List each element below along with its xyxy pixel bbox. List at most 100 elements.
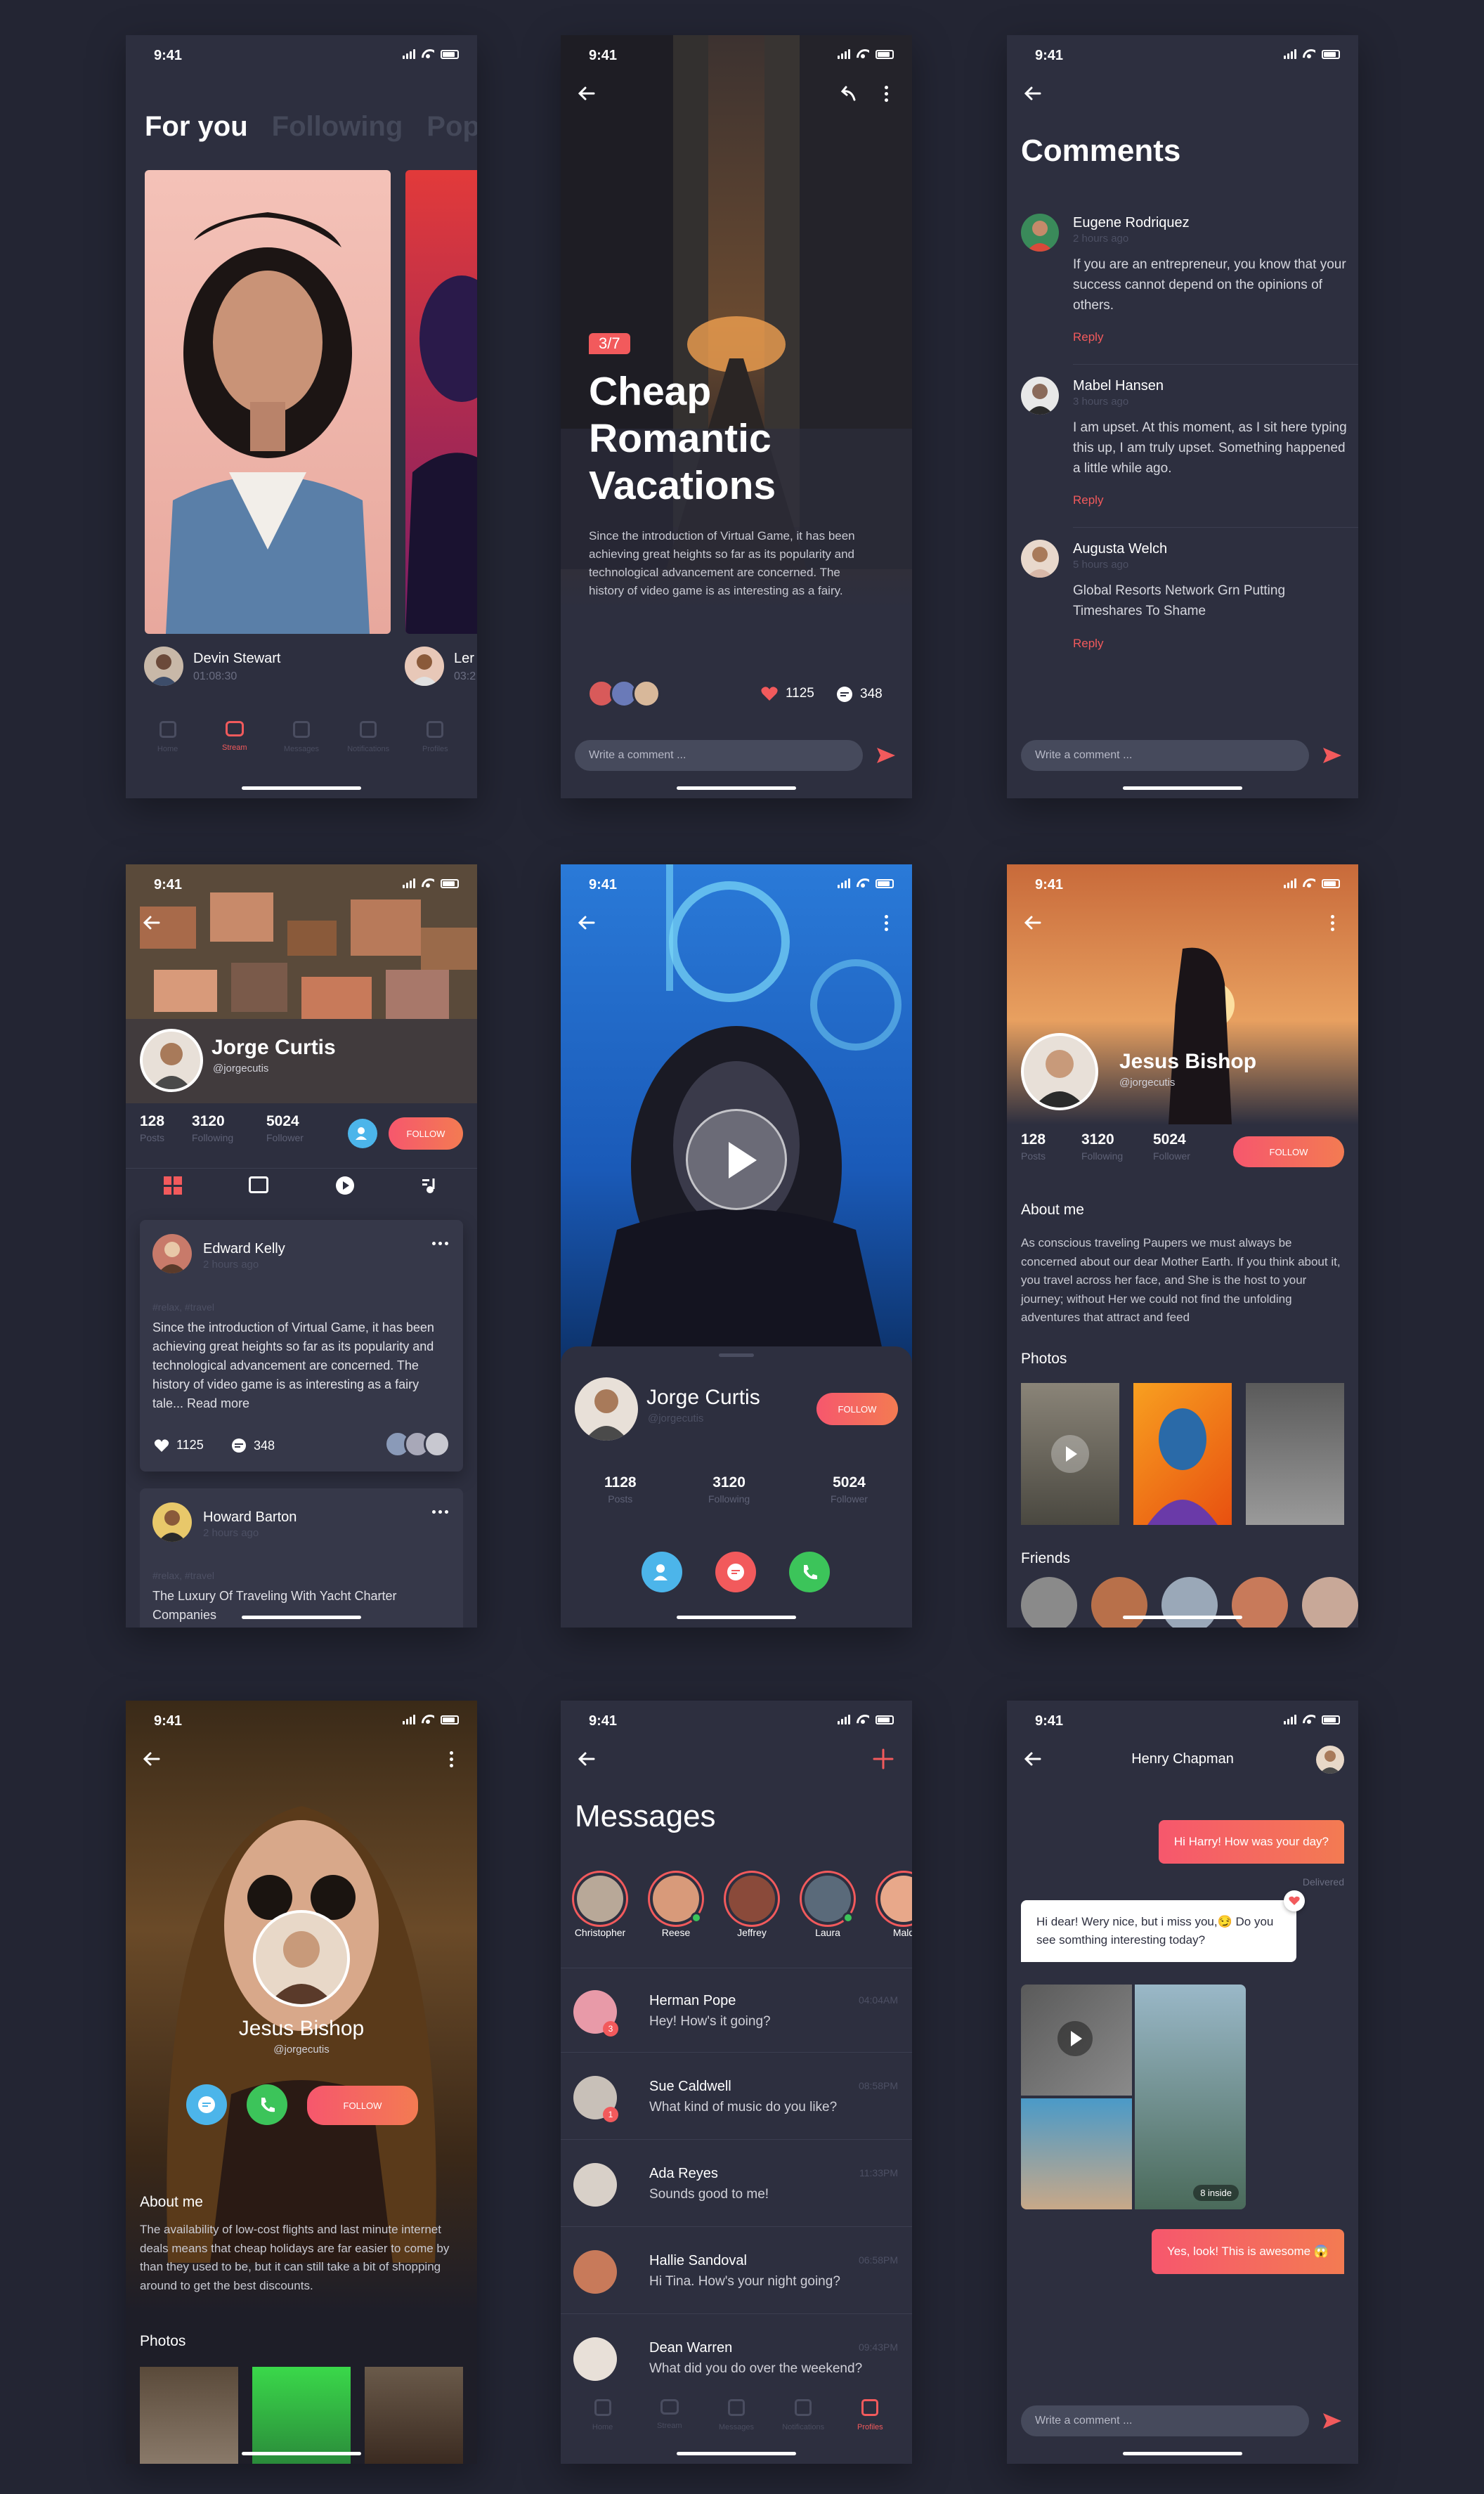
friend-avatar[interactable] xyxy=(1021,1577,1077,1628)
nav-home[interactable]: Home xyxy=(136,721,200,755)
post-author[interactable]: Edward Kelly xyxy=(203,1241,285,1257)
tab-for-you[interactable]: For you xyxy=(145,111,248,143)
stat-posts[interactable]: 128 Posts xyxy=(140,1113,164,1143)
photo-thumb[interactable] xyxy=(1133,1383,1232,1525)
liker-avatars[interactable] xyxy=(587,680,660,708)
tab-following[interactable]: Following xyxy=(272,111,403,143)
stat-following[interactable]: 3120 Following xyxy=(1081,1131,1123,1162)
heart-reaction[interactable] xyxy=(1284,1890,1305,1911)
story-avatar[interactable]: Mald xyxy=(874,1871,912,1940)
avatar[interactable] xyxy=(1021,540,1059,578)
back-button[interactable] xyxy=(1021,1747,1045,1771)
friend-avatar[interactable] xyxy=(1232,1577,1288,1628)
back-button[interactable] xyxy=(1021,911,1045,935)
stat-posts[interactable]: 128 Posts xyxy=(1021,1131,1046,1162)
story-avatar[interactable]: Reese xyxy=(646,1871,705,1940)
call-button[interactable] xyxy=(247,2084,287,2125)
post-author[interactable]: Howard Barton xyxy=(203,1509,297,1526)
friend-avatar[interactable] xyxy=(1161,1577,1218,1628)
back-button[interactable] xyxy=(140,1747,164,1771)
add-user-button[interactable] xyxy=(642,1552,682,1592)
message-row[interactable]: Dean Warren What did you do over the wee… xyxy=(561,2320,912,2399)
gallery-image[interactable] xyxy=(1021,1985,1132,2096)
stat-posts[interactable]: 1128 Posts xyxy=(604,1474,637,1505)
back-button[interactable] xyxy=(140,911,164,935)
author-name[interactable]: Ler xyxy=(454,651,474,667)
avatar[interactable] xyxy=(144,647,183,686)
message-row[interactable]: 3 Herman Pope Hey! How's it going? 04:04… xyxy=(561,1973,912,2052)
send-icon[interactable] xyxy=(1320,2409,1344,2433)
stat-follower[interactable]: 5024 Follower xyxy=(266,1113,304,1143)
nav-stream[interactable]: Stream xyxy=(203,721,266,755)
gallery-image[interactable] xyxy=(1021,2098,1132,2209)
comment-input[interactable]: Write a comment ... xyxy=(575,740,863,771)
share-button[interactable] xyxy=(836,82,860,105)
follow-button[interactable]: FOLLOW xyxy=(1233,1136,1344,1167)
music-tab[interactable] xyxy=(421,1176,439,1195)
comment-author[interactable]: Augusta Welch xyxy=(1073,541,1167,557)
like-button[interactable]: 1125 xyxy=(760,686,814,701)
grid-tab[interactable] xyxy=(163,1176,182,1195)
story-card-next[interactable] xyxy=(405,170,477,634)
follow-button[interactable]: FOLLOW xyxy=(816,1393,898,1425)
photo-thumb[interactable] xyxy=(1246,1383,1344,1525)
reply-link[interactable]: Reply xyxy=(1073,330,1103,344)
nav-messages[interactable]: Messages xyxy=(270,721,333,755)
story-avatar[interactable]: Christopher xyxy=(571,1871,630,1940)
stat-following[interactable]: 3120 Following xyxy=(708,1474,750,1505)
comment-author[interactable]: Eugene Rodriquez xyxy=(1073,215,1190,231)
video-tab[interactable] xyxy=(335,1176,354,1195)
story-card-main[interactable] xyxy=(145,170,391,634)
liker-avatars[interactable] xyxy=(384,1431,450,1457)
photo-thumb[interactable] xyxy=(140,2367,238,2464)
more-button[interactable] xyxy=(428,1231,452,1255)
sheet-handle[interactable] xyxy=(719,1353,754,1357)
nav-profiles[interactable]: Profiles xyxy=(403,721,467,755)
more-button[interactable] xyxy=(878,911,894,935)
message-button[interactable] xyxy=(715,1552,756,1592)
message-row[interactable]: Hallie Sandoval Hi Tina. How's your nigh… xyxy=(561,2233,912,2312)
comment-input[interactable]: Write a comment ... xyxy=(1021,2405,1309,2436)
avatar[interactable] xyxy=(253,1910,350,2007)
photo-thumb[interactable] xyxy=(365,2367,463,2464)
more-button[interactable] xyxy=(1324,911,1340,935)
stat-following[interactable]: 3120 Following xyxy=(192,1113,233,1143)
message-row[interactable]: Ada Reyes Sounds good to me! 11:33PM xyxy=(561,2146,912,2225)
tab-popular[interactable]: Pop xyxy=(427,111,477,143)
follow-button[interactable]: FOLLOW xyxy=(307,2086,418,2125)
photo-thumb[interactable] xyxy=(252,2367,351,2464)
back-button[interactable] xyxy=(575,82,599,105)
follow-button[interactable]: FOLLOW xyxy=(389,1117,463,1150)
post-card[interactable]: Edward Kelly 2 hours ago #relax, #travel… xyxy=(140,1220,463,1472)
avatar[interactable] xyxy=(1021,1033,1098,1110)
nav-notifications[interactable]: Notifications xyxy=(337,721,400,755)
nav-profiles[interactable]: Profiles xyxy=(838,2399,902,2464)
call-button[interactable] xyxy=(789,1552,830,1592)
comment-input[interactable]: Write a comment ... xyxy=(1021,740,1309,771)
friend-avatar[interactable] xyxy=(1302,1577,1358,1628)
back-button[interactable] xyxy=(575,911,599,935)
reply-link[interactable]: Reply xyxy=(1073,493,1103,507)
back-button[interactable] xyxy=(1021,82,1045,105)
avatar[interactable] xyxy=(1021,377,1059,415)
nav-home[interactable]: Home xyxy=(571,2399,634,2464)
more-button[interactable] xyxy=(878,82,894,105)
add-user-button[interactable] xyxy=(348,1119,377,1148)
stat-follower[interactable]: 5024 Follower xyxy=(831,1474,868,1505)
post-card[interactable]: Howard Barton 2 hours ago #relax, #trave… xyxy=(140,1488,463,1628)
avatar[interactable] xyxy=(405,647,444,686)
avatar[interactable] xyxy=(152,1502,192,1542)
more-button[interactable] xyxy=(443,1747,459,1771)
avatar[interactable] xyxy=(152,1234,192,1273)
image-gallery-bubble[interactable]: 8 inside xyxy=(1021,1985,1246,2209)
comment-button[interactable]: 348 xyxy=(836,686,883,703)
photo-thumb[interactable] xyxy=(1021,1383,1119,1525)
back-button[interactable] xyxy=(575,1747,599,1771)
message-row[interactable]: 1 Sue Caldwell What kind of music do you… xyxy=(561,2059,912,2138)
send-icon[interactable] xyxy=(1320,743,1344,767)
comment-button[interactable]: 348 xyxy=(231,1438,275,1453)
friend-avatar[interactable] xyxy=(1091,1577,1147,1628)
send-icon[interactable] xyxy=(874,743,898,767)
image-tab[interactable] xyxy=(249,1176,269,1193)
new-message-button[interactable] xyxy=(871,1747,895,1771)
